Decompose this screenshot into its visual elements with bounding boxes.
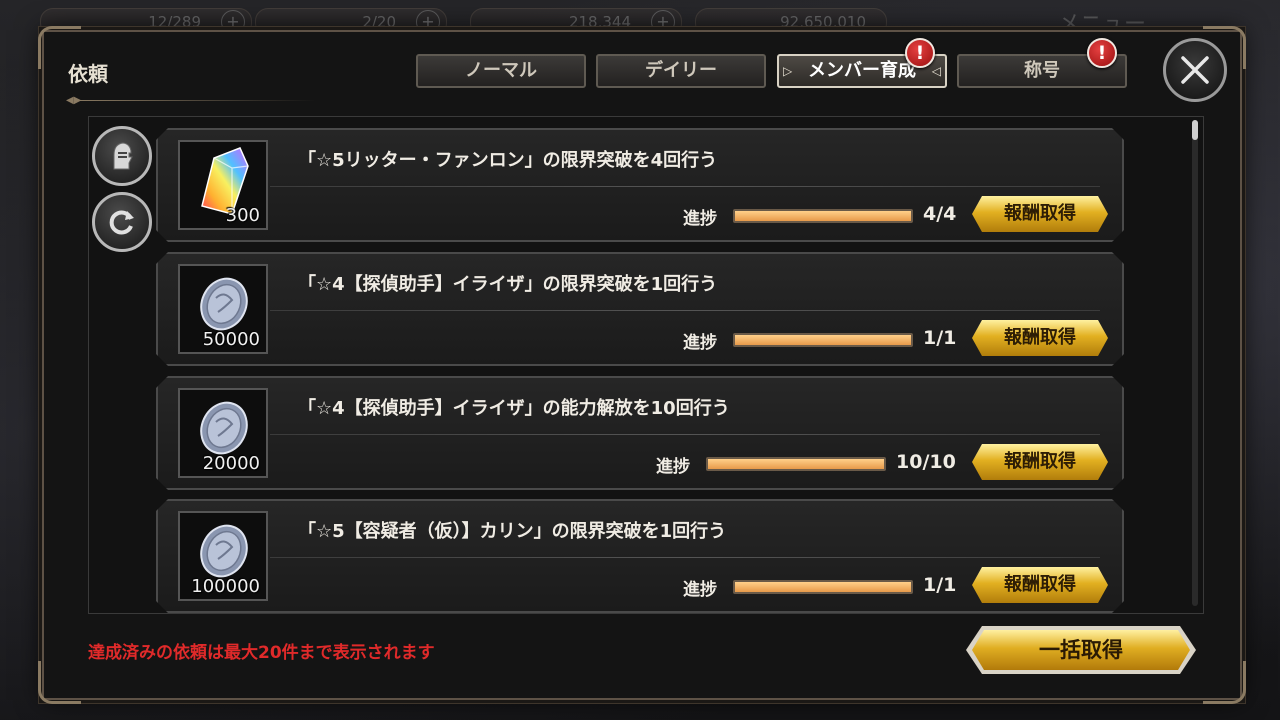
progress-bar xyxy=(733,209,913,223)
close-x-icon xyxy=(1181,56,1209,84)
refresh-button[interactable] xyxy=(92,192,152,252)
row-divider xyxy=(270,310,1100,311)
progress-fill xyxy=(735,582,911,592)
progress-label: 進捗 xyxy=(656,457,690,477)
frame-ornament xyxy=(38,661,81,704)
reward-quantity: 20000 xyxy=(202,453,260,474)
reward-item[interactable]: 50000 xyxy=(178,264,268,354)
quest-row: 50000 「☆4【探偵助手】イライザ」の限界突破を1回行う進捗 1/1 報酬取得 xyxy=(156,252,1124,366)
progress-value: 10/10 xyxy=(896,451,956,473)
quest-row: 100000 「☆5【容疑者（仮）】カリン」の限界突破を1回行う進捗 1/1 報酬取得 xyxy=(156,499,1124,613)
bp-value: 2/20 xyxy=(362,13,396,31)
quest-description: 「☆4【探偵助手】イライザ」の能力解放を10回行う xyxy=(298,398,730,419)
reward-quantity: 300 xyxy=(225,205,260,226)
silver-coin-icon xyxy=(194,396,254,456)
reward-item[interactable]: 300 xyxy=(178,140,268,230)
tab-normal[interactable]: ノーマル xyxy=(416,54,586,88)
claim-reward-button[interactable]: 報酬取得 xyxy=(972,320,1108,356)
quest-description: 「☆5リッター・ファンロン」の限界突破を4回行う xyxy=(298,150,718,171)
progress-label: 進捗 xyxy=(683,209,717,229)
resource-bar: 12/289 + 2/20 + 218,344 + 92,650,010 メニュ… xyxy=(0,0,1280,37)
quest-description: 「☆5【容疑者（仮）】カリン」の限界突破を1回行う xyxy=(298,521,727,542)
silver-coin-icon xyxy=(194,272,254,332)
reward-quantity: 100000 xyxy=(191,576,260,597)
reward-item[interactable]: 20000 xyxy=(178,388,268,478)
completed-limit-note: 達成済みの依頼は最大20件まで表示されます xyxy=(88,643,435,663)
progress-bar xyxy=(733,333,913,347)
progress-value: 1/1 xyxy=(923,574,957,596)
knight-helmet-icon xyxy=(113,142,133,170)
close-button[interactable] xyxy=(1163,38,1227,102)
row-divider xyxy=(270,557,1100,558)
progress-fill xyxy=(708,459,884,469)
reward-quantity: 50000 xyxy=(202,329,260,350)
progress-value: 1/1 xyxy=(923,327,957,349)
silver-coin-icon xyxy=(194,519,254,579)
alert-badge-title: ! xyxy=(1087,38,1117,68)
list-scrollbar[interactable] xyxy=(1192,120,1198,606)
quest-description: 「☆4【探偵助手】イライザ」の限界突破を1回行う xyxy=(298,274,718,295)
alert-badge-member-training: ! xyxy=(905,38,935,68)
refresh-icon xyxy=(109,210,134,235)
title-ornament: ◀▶ xyxy=(66,96,316,106)
row-divider xyxy=(270,186,1100,187)
claim-reward-button[interactable]: 報酬取得 xyxy=(972,196,1108,232)
progress-bar xyxy=(733,580,913,594)
progress-label: 進捗 xyxy=(683,580,717,600)
quest-row: 300 「☆5リッター・ファンロン」の限界突破を4回行う進捗 4/4 報酬取得 xyxy=(156,128,1124,242)
reward-item[interactable]: 100000 xyxy=(178,511,268,601)
progress-bar xyxy=(706,457,886,471)
progress-fill xyxy=(735,335,911,345)
gems-value: 218,344 xyxy=(568,13,631,31)
quest-row: 20000 「☆4【探偵助手】イライザ」の能力解放を10回行う進捗 10/10 報酬取… xyxy=(156,376,1124,490)
scroll-thumb[interactable] xyxy=(1192,120,1198,140)
claim-reward-button[interactable]: 報酬取得 xyxy=(972,567,1108,603)
character-filter-button[interactable] xyxy=(92,126,152,186)
claim-reward-button[interactable]: 報酬取得 xyxy=(972,444,1108,480)
progress-label: 進捗 xyxy=(683,333,717,353)
tab-daily[interactable]: デイリー xyxy=(596,54,766,88)
row-divider xyxy=(270,434,1100,435)
ap-value: 12/289 xyxy=(148,13,201,31)
bulk-claim-button[interactable]: 一括取得 xyxy=(966,626,1196,674)
coins-value: 92,650,010 xyxy=(780,13,866,31)
frame-ornament xyxy=(1203,661,1246,704)
bulk-claim-label: 一括取得 xyxy=(972,630,1190,670)
progress-fill xyxy=(735,211,911,221)
progress-value: 4/4 xyxy=(923,203,957,225)
panel-title: 依頼 xyxy=(68,62,108,86)
